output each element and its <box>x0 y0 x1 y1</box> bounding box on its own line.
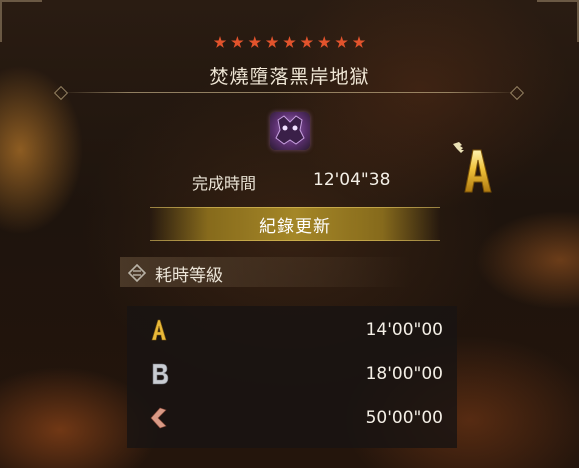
star-icon <box>352 36 366 48</box>
star-icon <box>265 36 279 48</box>
star-icon <box>248 36 261 48</box>
grade-a-icon <box>147 318 171 342</box>
title-divider <box>60 92 518 93</box>
rank-a-time: 14'00"00 <box>365 320 443 340</box>
time-rank-heading: 耗時等級 <box>155 266 223 286</box>
rank-row-a: 14'00"00 <box>127 310 457 350</box>
record-update-label: 紀錄更新 <box>259 217 331 237</box>
quest-title: 焚燒墮落黑岸地獄 <box>209 66 370 88</box>
star-icon <box>300 36 314 48</box>
rank-row-c: 50'00"00 <box>127 398 457 438</box>
rank-row-b: 18'00"00 <box>127 354 457 394</box>
rank-b-time: 18'00"00 <box>365 364 443 384</box>
monster-crest-icon <box>270 112 310 150</box>
completion-time-label: 完成時間 <box>192 174 257 193</box>
rank-c-time: 50'00"00 <box>365 408 443 428</box>
star-icon <box>231 36 244 48</box>
grade-c-icon <box>147 406 171 430</box>
grade-a-icon <box>445 140 505 200</box>
star-icon <box>335 36 348 48</box>
star-icon <box>283 36 296 48</box>
star-icon <box>213 36 227 48</box>
completion-time-value: 12'04"38 <box>313 170 391 190</box>
rank-emblem-icon <box>127 263 147 283</box>
grade-b-icon <box>147 362 171 386</box>
difficulty-stars <box>0 34 579 53</box>
star-icon <box>318 36 331 48</box>
